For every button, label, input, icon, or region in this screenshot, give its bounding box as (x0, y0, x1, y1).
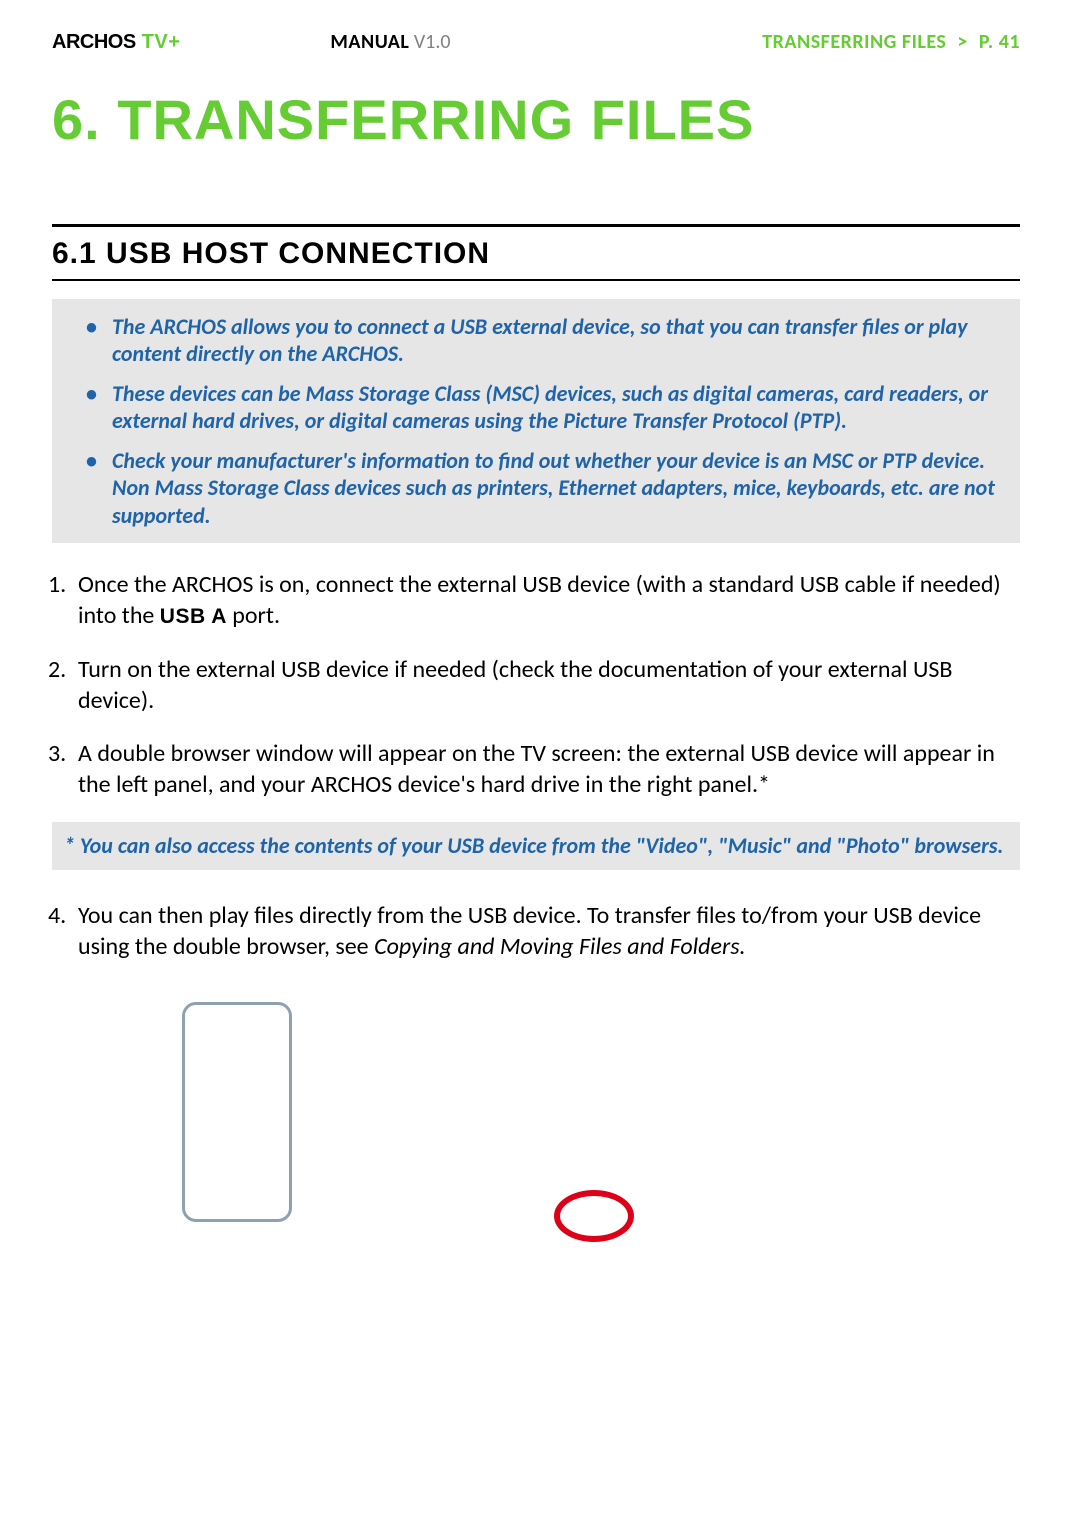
step-text: port. (227, 601, 280, 630)
manual-page: ARCHOS TV+ MANUAL V1.0 TRANSFERRING FILE… (0, 0, 1080, 1322)
step-item: You can then play files directly from th… (52, 900, 1020, 962)
info-bullet: These devices can be Mass Storage Class … (86, 380, 1004, 435)
section-heading: 6.1 USB HOST CONNECTION (52, 227, 1020, 281)
page-number-label: P. 41 (979, 30, 1020, 54)
manual-label: MANUAL (330, 30, 409, 54)
header-center: MANUAL V1.0 (180, 30, 762, 54)
breadcrumb-section: TRANSFERRING FILES (762, 30, 946, 54)
device-outline-icon (182, 1002, 292, 1222)
info-box: The ARCHOS allows you to connect a USB e… (52, 299, 1020, 544)
steps-list: Once the ARCHOS is on, connect the exter… (52, 569, 1020, 800)
info-list: The ARCHOS allows you to connect a USB e… (68, 313, 1004, 530)
steps-list-continued: You can then play files directly from th… (52, 900, 1020, 962)
header-breadcrumb: TRANSFERRING FILES > P. 41 (762, 30, 1020, 54)
cross-reference: Copying and Moving Files and Folders. (374, 932, 746, 961)
footnote-box: * You can also access the contents of yo… (52, 822, 1020, 870)
connection-diagram (52, 1002, 1020, 1262)
chapter-number: 6. (52, 88, 101, 151)
step-item: Once the ARCHOS is on, connect the exter… (52, 569, 1020, 631)
page-header: ARCHOS TV+ MANUAL V1.0 TRANSFERRING FILE… (52, 30, 1020, 55)
info-bullet: Check your manufacturer's information to… (86, 447, 1004, 530)
breadcrumb-separator: > (957, 30, 967, 54)
brand-tvplus: TV+ (142, 31, 181, 54)
manual-version: V1.0 (414, 30, 451, 54)
brand: ARCHOS TV+ (52, 31, 180, 54)
usb-a-label: USB A (160, 605, 227, 628)
info-bullet: The ARCHOS allows you to connect a USB e… (86, 313, 1004, 368)
chapter-title: 6. TRANSFERRING FILES (52, 91, 1020, 150)
brand-archos: ARCHOS (52, 31, 136, 54)
step-item: Turn on the external USB device if neede… (52, 654, 1020, 716)
chapter-title-text: TRANSFERRING FILES (117, 88, 754, 151)
highlight-oval-icon (554, 1190, 634, 1242)
step-item: A double browser window will appear on t… (52, 738, 1020, 800)
